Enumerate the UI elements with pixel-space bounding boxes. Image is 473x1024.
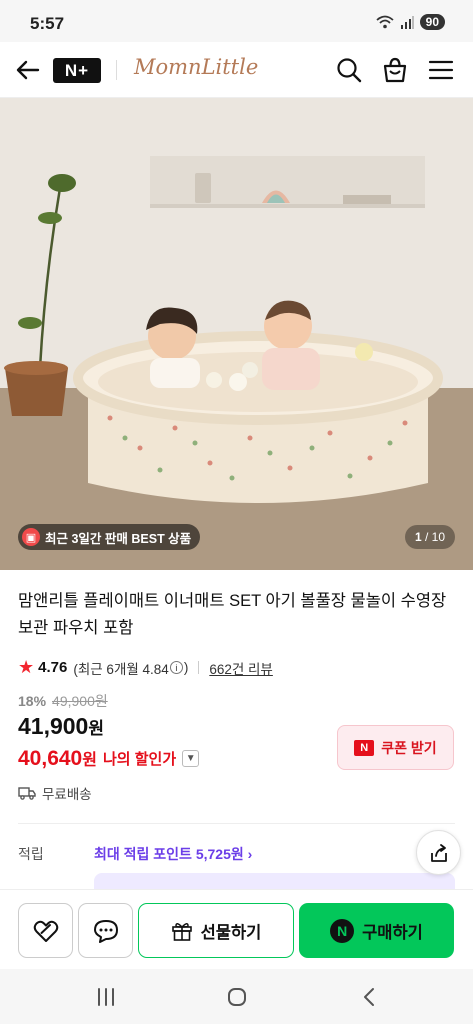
gift-button[interactable]: 선물하기	[138, 903, 294, 958]
talk-button[interactable]	[78, 903, 133, 958]
points-value[interactable]: 최대 적립 포인트 5,725원 ›	[94, 844, 252, 864]
my-price-label: 나의 할인가	[102, 751, 177, 768]
chat-bubble-icon	[93, 919, 118, 943]
truck-icon	[18, 787, 36, 800]
discount-rate: 18%	[18, 693, 47, 709]
back-arrow-icon[interactable]	[14, 56, 42, 84]
battery-indicator: 90	[419, 14, 445, 30]
share-icon	[430, 843, 447, 862]
section-divider	[18, 823, 455, 824]
discount-row: 18% 49,900원	[18, 691, 108, 711]
rating-recent: (최근 6개월 4.84	[73, 661, 169, 677]
store-brand-logo[interactable]: MomnLittle	[134, 55, 258, 79]
naver-pay-icon: N	[330, 918, 355, 943]
status-bar: 5:57 90	[0, 0, 473, 42]
menu-icon[interactable]	[427, 56, 455, 84]
chevron-down-icon[interactable]: ▼	[182, 750, 200, 767]
share-button[interactable]	[416, 830, 461, 875]
signal-icon	[400, 16, 414, 29]
review-count-link[interactable]: 662건 리뷰	[209, 658, 273, 678]
pager-total: / 10	[424, 530, 445, 544]
status-icons: 90	[376, 14, 445, 30]
wifi-icon	[376, 15, 394, 29]
header-separator	[116, 60, 117, 80]
system-nav-bar	[0, 969, 473, 1024]
rating-divider	[198, 661, 200, 674]
sale-price-value: 41,900	[18, 713, 89, 739]
shipping-info: 무료배송	[18, 783, 92, 803]
product-title: 맘앤리틀 플레이매트 이너매트 SET 아기 볼풀장 물놀이 수영장 보관 파우…	[18, 592, 447, 637]
sale-price: 41,900원	[18, 713, 104, 740]
home-icon[interactable]	[225, 985, 249, 1009]
buy-button[interactable]: N 구매하기	[299, 903, 454, 958]
product-image[interactable]: ▣ 최근 3일간 판매 BEST 상품 1 / 10	[0, 98, 473, 570]
coupon-label: 쿠폰 받기	[381, 739, 437, 756]
image-pager: 1 / 10	[404, 525, 455, 549]
gift-label: 선물하기	[200, 923, 262, 942]
my-discount-price[interactable]: 40,640원 나의 할인가 ▼	[18, 746, 200, 771]
wishlist-button[interactable]	[18, 903, 73, 958]
rating-score: 4.76	[38, 659, 68, 676]
bottom-action-bar: 선물하기 N 구매하기	[0, 889, 473, 969]
coupon-button[interactable]: N 쿠폰 받기	[337, 725, 454, 770]
status-time: 5:57	[30, 14, 65, 33]
naver-plus-logo[interactable]: N+	[53, 58, 101, 83]
my-price-unit: 원	[82, 752, 97, 769]
best-seller-text: 최근 3일간 판매 BEST 상품	[45, 531, 192, 546]
points-label: 적립	[18, 846, 44, 862]
naver-n-icon: N	[354, 739, 375, 756]
pager-current: 1	[414, 530, 422, 544]
gift-icon: ▣	[22, 528, 40, 546]
product-photo	[0, 98, 473, 570]
search-icon[interactable]	[335, 56, 363, 84]
back-nav-icon[interactable]	[358, 985, 382, 1009]
shipping-text: 무료배송	[42, 787, 92, 802]
points-row[interactable]: 적립 최대 적립 포인트 5,725원 ›	[18, 844, 252, 864]
best-seller-badge: ▣ 최근 3일간 판매 BEST 상품	[18, 524, 201, 550]
heart-icon	[33, 920, 58, 942]
star-icon: ★	[18, 657, 35, 677]
my-price-wrap: 40,640원	[18, 746, 97, 771]
top-header: N+ MomnLittle	[0, 42, 473, 98]
gift-box-icon	[171, 922, 192, 941]
original-price: 49,900원	[52, 693, 108, 709]
rating-recent-close: )	[183, 660, 189, 675]
buy-label: 구매하기	[362, 923, 423, 942]
sale-price-unit: 원	[88, 719, 104, 738]
recent-apps-icon[interactable]	[94, 985, 118, 1009]
my-price-value: 40,640	[18, 747, 83, 770]
shopping-bag-icon[interactable]	[381, 56, 409, 84]
info-icon[interactable]: i	[169, 661, 183, 674]
rating-row: ★ 4.76 (최근 6개월 4.84 i ) 662건 리뷰	[18, 657, 273, 678]
